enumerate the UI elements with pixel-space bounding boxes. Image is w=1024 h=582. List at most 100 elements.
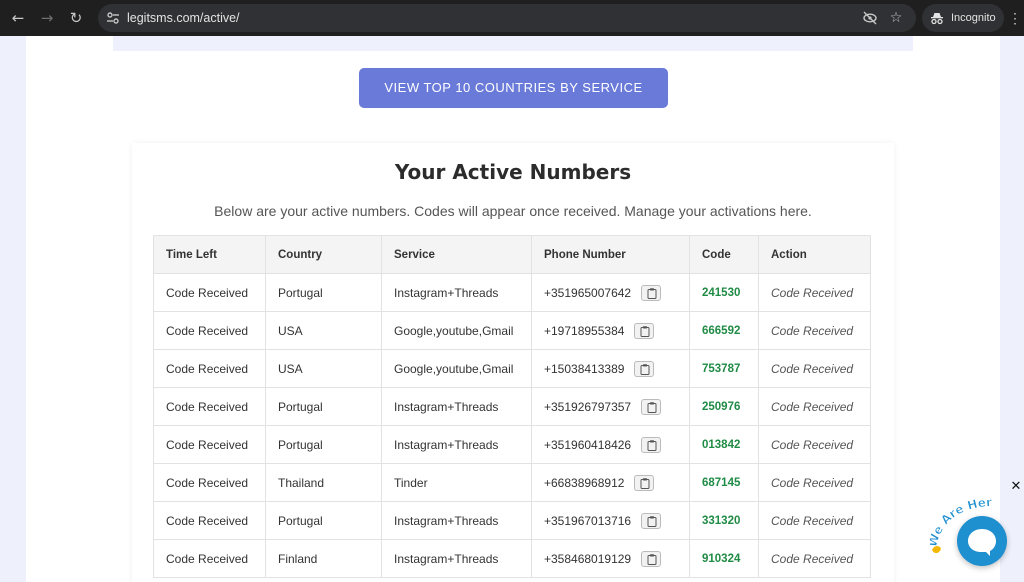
table-row: Code Received Portugal Instagram+Threads +3… xyxy=(153,425,871,464)
cell-country: USA xyxy=(265,311,382,350)
cell-country: Portugal xyxy=(265,501,382,540)
cell-action: Code Received xyxy=(758,539,871,578)
header-action: Action xyxy=(758,235,871,274)
phone-number: +66838968912 xyxy=(544,475,625,490)
cell-time-left: Code Received xyxy=(153,311,266,350)
cell-service: Instagram+Threads xyxy=(381,425,532,464)
eye-slash-icon[interactable] xyxy=(862,10,878,26)
cell-code: 910324 xyxy=(689,539,759,578)
table-row: Code Received USA Google,youtube,Gmail +150… xyxy=(153,349,871,388)
clipboard-icon xyxy=(640,325,650,337)
phone-number: +351965007642 xyxy=(544,285,632,300)
header-country: Country xyxy=(265,235,382,274)
bookmark-star-icon[interactable]: ☆ xyxy=(888,10,904,26)
clipboard-icon xyxy=(640,363,650,375)
cell-service: Tinder xyxy=(381,463,532,502)
clipboard-icon xyxy=(647,287,657,299)
cell-phone: +66838968912 xyxy=(531,463,690,502)
cell-country: Finland xyxy=(265,539,382,578)
cell-action: Code Received xyxy=(758,349,871,388)
cell-country: Portugal xyxy=(265,273,382,312)
table-row: Code Received USA Google,youtube,Gmail +197… xyxy=(153,311,871,350)
copy-phone-button[interactable] xyxy=(641,284,662,301)
cell-country: Portugal xyxy=(265,425,382,464)
table-row: Code Received Thailand Tinder +66838968912 6… xyxy=(153,463,871,502)
cell-phone: +351967013716 xyxy=(531,501,690,540)
phone-number: +351926797357 xyxy=(544,399,632,414)
copy-phone-button[interactable] xyxy=(634,360,655,377)
incognito-label: Incognito xyxy=(951,12,996,24)
header-code: Code xyxy=(689,235,759,274)
cell-code: 241530 xyxy=(689,273,759,312)
clipboard-icon xyxy=(647,553,657,565)
cell-action: Code Received xyxy=(758,273,871,312)
cell-time-left: Code Received xyxy=(153,501,266,540)
cell-action: Code Received xyxy=(758,387,871,426)
cell-time-left: Code Received xyxy=(153,273,266,312)
phone-number: +351967013716 xyxy=(544,513,632,528)
copy-phone-button[interactable] xyxy=(641,436,662,453)
cell-code: 666592 xyxy=(689,311,759,350)
table-row: Code Received Portugal Instagram+Threads +3… xyxy=(153,501,871,540)
header-phone-number: Phone Number xyxy=(531,235,690,274)
cell-action: Code Received xyxy=(758,501,871,540)
cell-code: 753787 xyxy=(689,349,759,388)
cell-phone: +19718955384 xyxy=(531,311,690,350)
copy-phone-button[interactable] xyxy=(634,474,655,491)
clipboard-icon xyxy=(647,515,657,527)
back-arrow-icon[interactable]: ← xyxy=(8,8,28,28)
incognito-indicator[interactable]: Incognito xyxy=(922,4,1004,32)
copy-phone-button[interactable] xyxy=(641,398,662,415)
copy-phone-button[interactable] xyxy=(634,322,655,339)
page-subtitle: Below are your active numbers. Codes wil… xyxy=(214,203,812,219)
top-banner-strip xyxy=(113,36,913,51)
phone-number: +19718955384 xyxy=(544,323,625,338)
cell-country: Portugal xyxy=(265,387,382,426)
cell-phone: +351926797357 xyxy=(531,387,690,426)
cell-service: Google,youtube,Gmail xyxy=(381,311,532,350)
active-numbers-card: Your Active Numbers Below are your activ… xyxy=(132,143,894,582)
incognito-icon xyxy=(931,13,943,25)
view-top-countries-button[interactable]: VIEW TOP 10 COUNTRIES BY SERVICE xyxy=(359,68,668,108)
clipboard-icon xyxy=(647,439,657,451)
cell-code: 687145 xyxy=(689,463,759,502)
page-title: Your Active Numbers xyxy=(394,160,632,184)
table-header-row: Time Left Country Service Phone Number C… xyxy=(153,235,871,274)
site-info-icon[interactable] xyxy=(106,11,120,25)
cell-service: Instagram+Threads xyxy=(381,273,532,312)
url-text[interactable]: legitsms.com/active/ xyxy=(127,11,240,25)
cell-time-left: Code Received xyxy=(153,539,266,578)
reload-icon[interactable]: ↻ xyxy=(66,8,86,28)
phone-number: +351960418426 xyxy=(544,437,632,452)
browser-menu-icon[interactable]: ⋮ xyxy=(1008,8,1022,28)
cell-code: 013842 xyxy=(689,425,759,464)
cell-phone: +358468019129 xyxy=(531,539,690,578)
cell-action: Code Received xyxy=(758,311,871,350)
header-time-left: Time Left xyxy=(153,235,266,274)
header-service: Service xyxy=(381,235,532,274)
cell-country: USA xyxy=(265,349,382,388)
copy-phone-button[interactable] xyxy=(641,512,662,529)
copy-phone-button[interactable] xyxy=(641,550,662,567)
cell-time-left: Code Received xyxy=(153,387,266,426)
cell-time-left: Code Received xyxy=(153,349,266,388)
active-numbers-table: Time Left Country Service Phone Number C… xyxy=(153,235,871,578)
cell-time-left: Code Received xyxy=(153,425,266,464)
cell-phone: +15038413389 xyxy=(531,349,690,388)
cell-phone: +351960418426 xyxy=(531,425,690,464)
cell-country: Thailand xyxy=(265,463,382,502)
forward-arrow-icon[interactable]: → xyxy=(37,8,57,28)
browser-toolbar: ← → ↻ legitsms.com/active/ ☆ Incognito ⋮ xyxy=(0,0,1024,36)
phone-number: +358468019129 xyxy=(544,551,632,566)
cell-code: 250976 xyxy=(689,387,759,426)
table-row: Code Received Portugal Instagram+Threads +3… xyxy=(153,387,871,426)
table-row: Code Received Portugal Instagram+Threads +3… xyxy=(153,273,871,312)
cell-service: Instagram+Threads xyxy=(381,501,532,540)
cell-code: 331320 xyxy=(689,501,759,540)
chat-launcher-button[interactable] xyxy=(957,516,1007,566)
cell-action: Code Received xyxy=(758,425,871,464)
cell-service: Instagram+Threads xyxy=(381,387,532,426)
address-bar[interactable]: legitsms.com/active/ ☆ xyxy=(98,4,916,32)
chat-close-icon[interactable]: ✕ xyxy=(1010,480,1022,494)
clipboard-icon xyxy=(647,401,657,413)
